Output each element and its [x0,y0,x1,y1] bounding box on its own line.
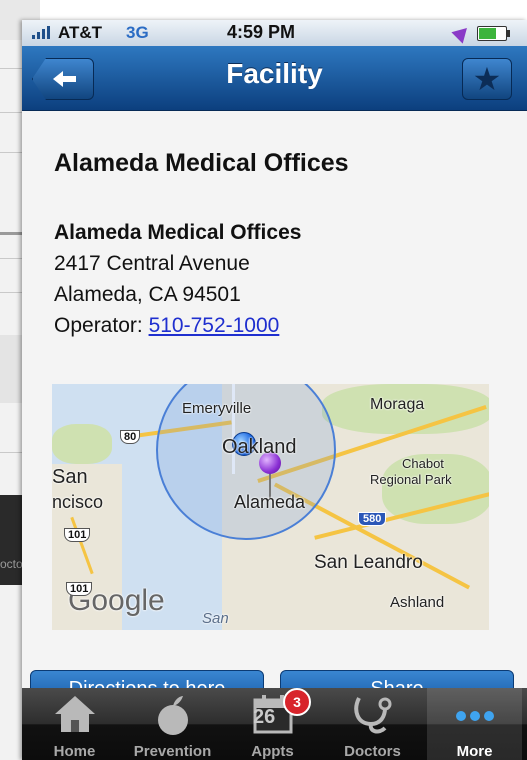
map-label: Moraga [370,396,425,413]
tab-appts[interactable]: 26 3 Appts [225,688,320,760]
facility-map[interactable]: Emeryville Oakland Moraga San ncisco Ala… [52,384,489,630]
star-icon: ★ [472,61,502,97]
location-icon [451,22,473,44]
facility-name: Alameda Medical Offices [54,221,302,244]
facility-heading: Alameda Medical Offices [54,149,349,177]
stethoscope-icon [353,697,391,734]
interstate-580-shield: 580 [358,512,387,526]
tab-label: Home [53,743,96,760]
interstate-80-shield: 80 [120,430,141,444]
facility-detail: Alameda Medical Offices Alameda Medical … [22,111,527,711]
phone-screen: AT&T 3G 4:59 PM Facility ★ Alameda Medic… [22,20,527,760]
tab-prevention[interactable]: Prevention [125,688,220,760]
tab-label: More [456,743,493,760]
operator-label: Operator: [54,314,143,337]
tab-doctors[interactable]: Doctors [325,688,420,760]
map-label: Oakland [222,436,297,458]
home-icon [54,696,95,732]
map-label: Regional Park [370,472,452,487]
map-label: San [52,466,88,488]
tab-label: Doctors [344,743,401,760]
page-title: Facility [226,58,323,89]
battery-icon [477,26,510,41]
clock: 4:59 PM [227,22,296,42]
carrier-label: AT&T [58,23,103,42]
appointments-badge: 3 [283,688,311,716]
us-101-shield: 101 [66,582,93,596]
tab-label: Appts [251,743,294,760]
network-label: 3G [126,23,149,42]
apple-icon [157,696,188,735]
tab-home[interactable]: Home [27,688,122,760]
us-101-shield: 101 [64,528,91,542]
map-green-west [52,424,112,464]
calendar-day: 26 [253,706,276,728]
signal-icon [32,26,50,39]
favorite-button[interactable]: ★ [462,58,512,100]
map-label: San Leandro [314,552,423,573]
nav-bar: Facility ★ [22,46,527,111]
city-state-zip: Alameda, CA 94501 [54,283,241,306]
operator-phone-link[interactable]: 510-752-1000 [149,314,280,337]
facility-address: Alameda Medical Offices 2417 Central Ave… [54,217,301,341]
status-bar: AT&T 3G 4:59 PM [22,20,527,46]
map-label: Alameda [234,492,306,512]
street-address: 2417 Central Avenue [54,252,250,275]
map-label: Ashland [390,594,445,611]
map-label: San [202,610,229,627]
map-label: Chabot [402,456,444,471]
operator-line: Operator: 510-752-1000 [54,310,301,341]
tab-more[interactable]: More [427,688,522,760]
tab-bar: Home Prevention 26 3 Appts Doctors More [22,688,527,760]
more-icon [455,711,494,721]
map-label: ncisco [52,492,104,512]
tab-label: Prevention [133,743,212,760]
map-label: Emeryville [182,400,252,417]
